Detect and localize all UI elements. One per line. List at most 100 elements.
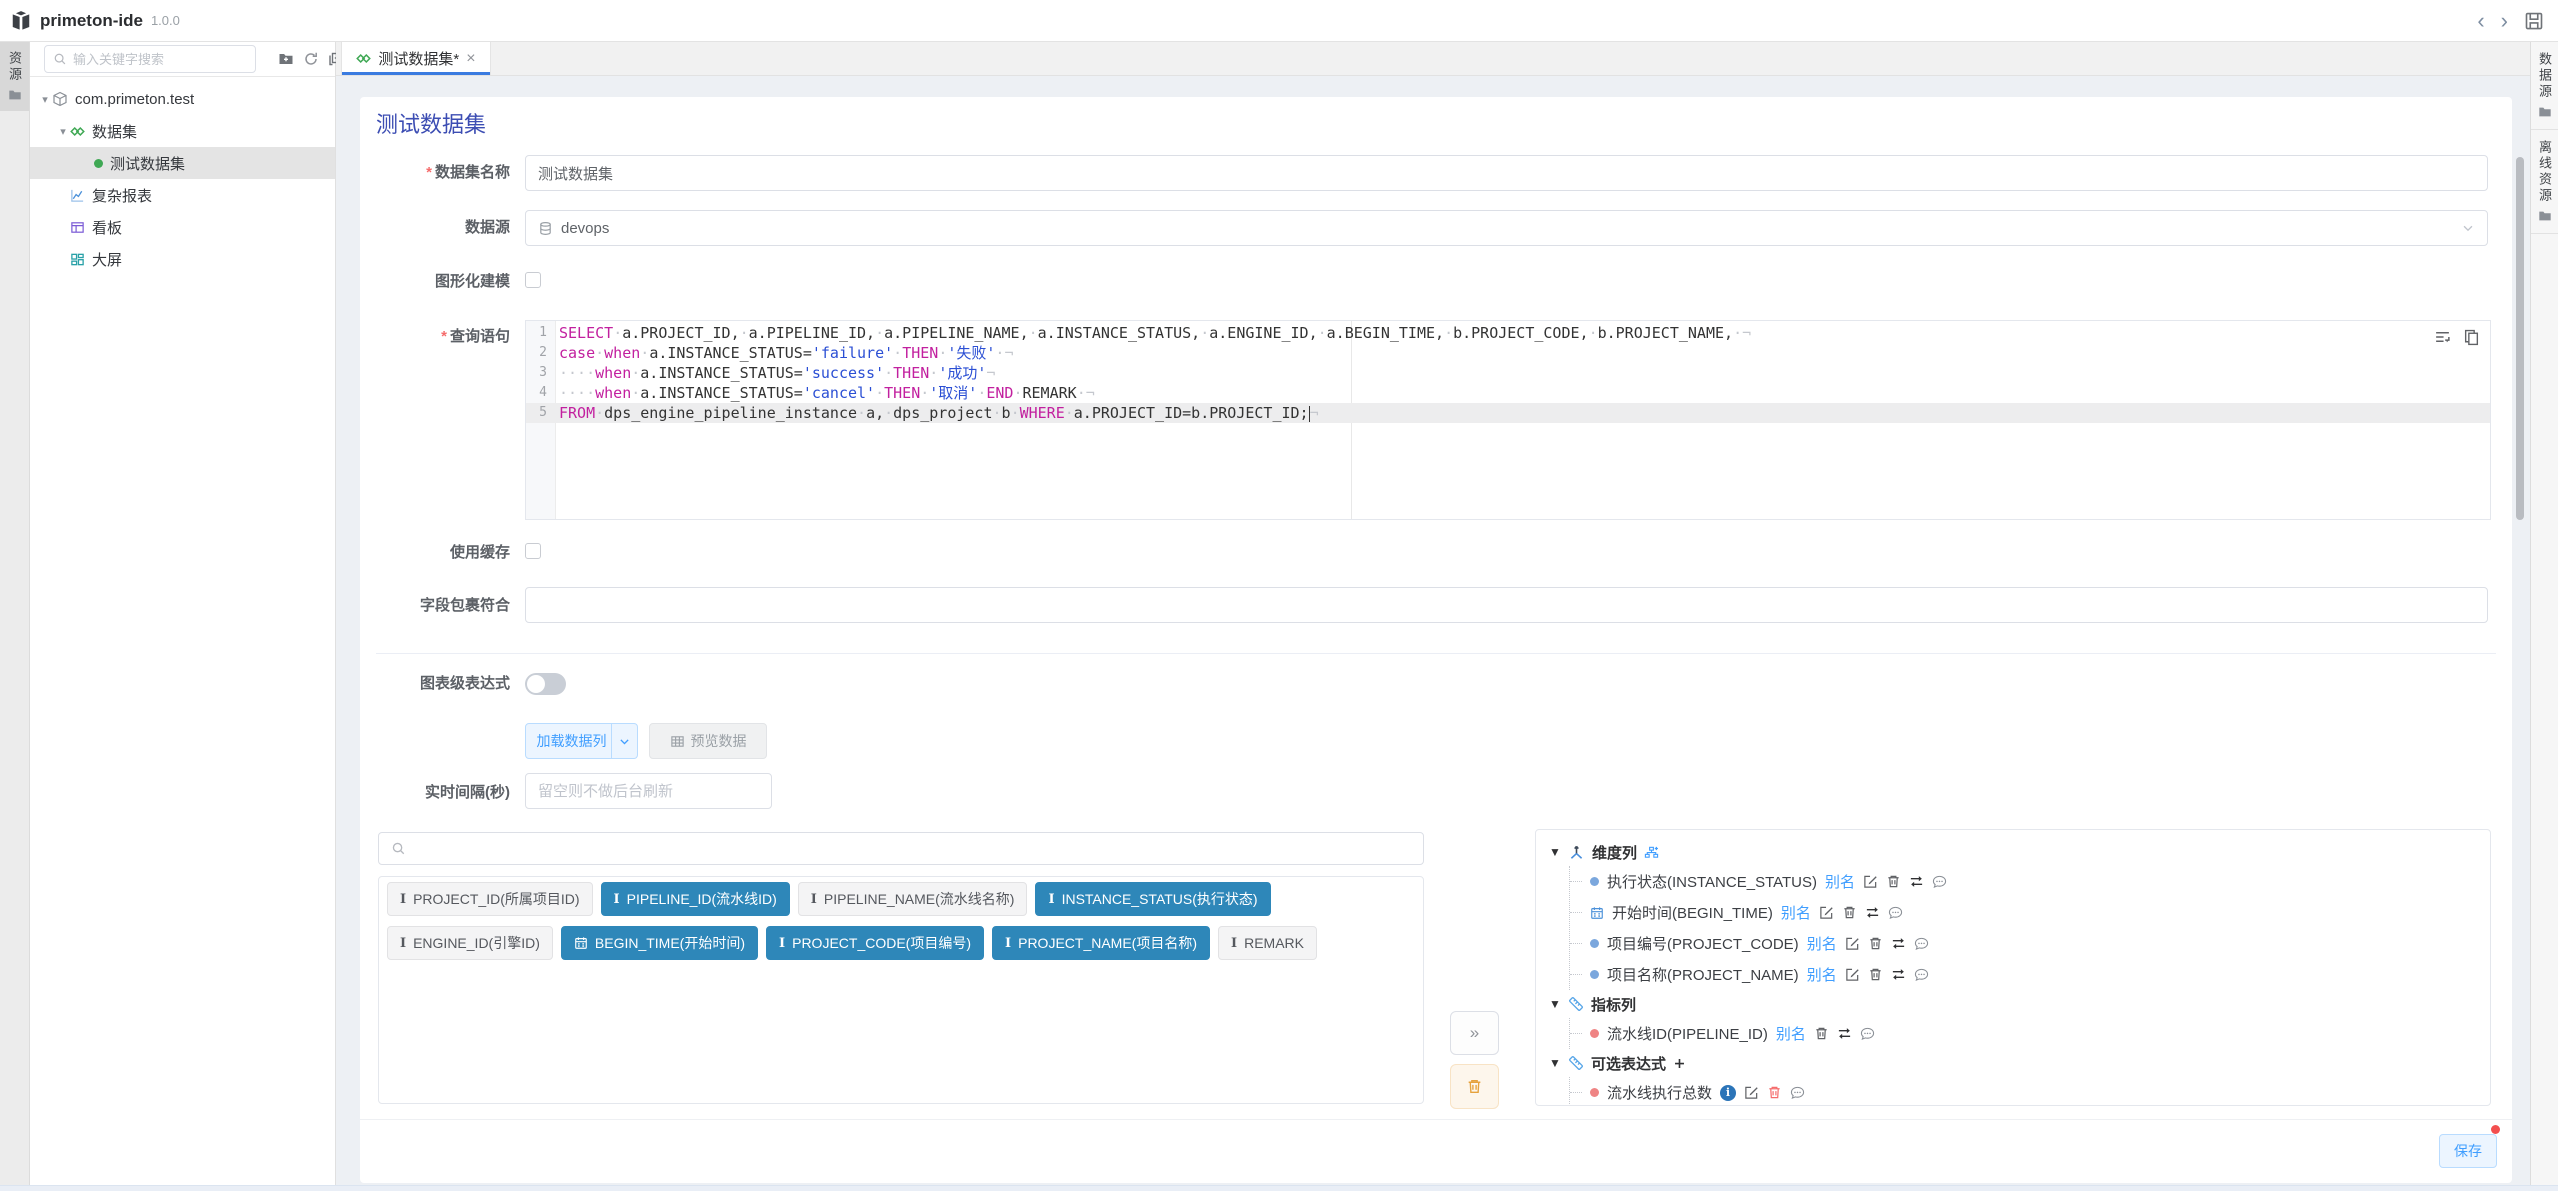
field-chip[interactable]: IPIPELINE_NAME(流水线名称) bbox=[798, 882, 1028, 916]
field-chip[interactable]: IINSTANCE_STATUS(执行状态) bbox=[1035, 882, 1270, 916]
delete-icon[interactable] bbox=[1886, 874, 1901, 889]
line-number: 2 bbox=[526, 343, 556, 363]
right-tab-1[interactable]: 离线资源 bbox=[2531, 130, 2558, 234]
modeling-checkbox[interactable] bbox=[525, 272, 541, 288]
collapse-caret-icon[interactable]: ▼ bbox=[1549, 1056, 1561, 1070]
comment-icon[interactable] bbox=[1932, 874, 1947, 889]
field-chip[interactable]: IPROJECT_CODE(项目编号) bbox=[766, 926, 984, 960]
source-select[interactable]: devops bbox=[525, 210, 2488, 246]
format-sql-icon[interactable] bbox=[2434, 329, 2451, 346]
source-label: 数据源 bbox=[360, 219, 510, 237]
tab-dataset[interactable]: 测试数据集* × bbox=[341, 42, 491, 75]
tree-caret-icon[interactable]: ▾ bbox=[38, 93, 52, 106]
field-chip[interactable]: BEGIN_TIME(开始时间) bbox=[561, 926, 758, 960]
alias-link[interactable]: 别名 bbox=[1825, 871, 1855, 892]
collapse-caret-icon[interactable]: ▼ bbox=[1549, 845, 1561, 859]
comment-icon[interactable] bbox=[1860, 1026, 1875, 1041]
copy-sql-icon[interactable] bbox=[2463, 329, 2480, 346]
left-tab-0[interactable]: 资源 bbox=[0, 42, 29, 111]
tree-item-1[interactable]: ▾数据集 bbox=[30, 115, 335, 147]
alias-link[interactable]: 别名 bbox=[1781, 902, 1811, 923]
delete-icon[interactable] bbox=[1868, 967, 1883, 982]
text-field-icon: I bbox=[1005, 936, 1011, 951]
main-scrollbar[interactable] bbox=[2516, 157, 2524, 520]
swap-icon[interactable] bbox=[1837, 1026, 1852, 1041]
sql-editor[interactable]: 1SELECT·a.PROJECT_ID,·a.PIPELINE_ID,·a.P… bbox=[525, 320, 2491, 520]
preview-data-button[interactable]: 预览数据 bbox=[649, 723, 767, 759]
refresh-icon[interactable] bbox=[303, 51, 319, 67]
comment-icon[interactable] bbox=[1790, 1085, 1805, 1100]
fields-search-input[interactable] bbox=[414, 841, 1411, 857]
right-tab-0[interactable]: 数据源 bbox=[2531, 42, 2558, 130]
info-icon[interactable]: i bbox=[1720, 1085, 1736, 1101]
delete-red-icon[interactable] bbox=[1767, 1085, 1782, 1100]
fields-search[interactable] bbox=[378, 832, 1424, 865]
tree-item-0[interactable]: ▾com.primeton.test bbox=[30, 83, 335, 115]
edit-icon[interactable] bbox=[1845, 967, 1860, 982]
edit-icon[interactable] bbox=[1863, 874, 1878, 889]
package-icon bbox=[52, 91, 68, 107]
line-number: 5 bbox=[526, 403, 556, 423]
field-chip[interactable]: IREMARK bbox=[1218, 926, 1317, 960]
field-chip[interactable]: IENGINE_ID(引擎ID) bbox=[387, 926, 553, 960]
collapse-caret-icon[interactable]: ▼ bbox=[1549, 997, 1561, 1011]
delete-icon[interactable] bbox=[1814, 1026, 1829, 1041]
app-version: 1.0.0 bbox=[151, 13, 180, 28]
tree-plus-icon[interactable] bbox=[1644, 845, 1659, 860]
tree-search[interactable] bbox=[44, 45, 256, 73]
clear-fields-button[interactable] bbox=[1450, 1064, 1499, 1109]
tree-item-5[interactable]: 大屏 bbox=[30, 243, 335, 275]
field-chip-label: INSTANCE_STATUS(执行状态) bbox=[1062, 889, 1258, 909]
comment-icon[interactable] bbox=[1914, 967, 1929, 982]
name-input[interactable] bbox=[525, 155, 2488, 191]
cache-checkbox[interactable] bbox=[525, 543, 541, 559]
edit-icon[interactable] bbox=[1744, 1085, 1759, 1100]
unsaved-badge bbox=[2491, 1125, 2500, 1134]
comment-icon[interactable] bbox=[1888, 905, 1903, 920]
field-chip[interactable]: IPIPELINE_ID(流水线ID) bbox=[601, 882, 790, 916]
text-field-icon: I bbox=[400, 892, 406, 907]
alias-link[interactable]: 别名 bbox=[1776, 1023, 1806, 1044]
tree-item-label: 测试数据集 bbox=[110, 153, 185, 174]
field-chip-label: PIPELINE_NAME(流水线名称) bbox=[824, 889, 1015, 909]
wrapper-input[interactable] bbox=[525, 587, 2488, 623]
alias-link[interactable]: 别名 bbox=[1807, 964, 1837, 985]
comment-icon[interactable] bbox=[1914, 936, 1929, 951]
info-icon[interactable]: i bbox=[1720, 1085, 1736, 1101]
code-line-4: 4····when·a.INSTANCE_STATUS='cancel'·THE… bbox=[526, 383, 2490, 403]
tree-search-input[interactable] bbox=[73, 52, 247, 67]
nav-back-icon[interactable]: ‹ bbox=[2477, 10, 2484, 32]
text-field-icon: I bbox=[614, 892, 620, 907]
load-columns-dropdown[interactable] bbox=[611, 724, 637, 758]
nav-forward-icon[interactable]: › bbox=[2501, 10, 2508, 32]
edit-icon[interactable] bbox=[1819, 905, 1834, 920]
swap-icon[interactable] bbox=[1865, 905, 1880, 920]
board-icon bbox=[70, 220, 85, 235]
field-chip[interactable]: IPROJECT_ID(所属项目ID) bbox=[387, 882, 593, 916]
search-icon bbox=[53, 52, 67, 66]
folder-icon bbox=[2538, 209, 2552, 223]
new-folder-icon[interactable] bbox=[278, 51, 294, 67]
move-fields-button[interactable]: » bbox=[1450, 1011, 1499, 1055]
tree-item-3[interactable]: 复杂报表 bbox=[30, 179, 335, 211]
tab-close-icon[interactable]: × bbox=[466, 50, 475, 68]
load-columns-button[interactable]: 加载数据列 bbox=[525, 723, 638, 759]
app-title: primeton-ide bbox=[40, 11, 143, 31]
panel-field-item: 项目名称(PROJECT_NAME)别名 bbox=[1570, 959, 2490, 990]
alias-link[interactable]: 别名 bbox=[1807, 933, 1837, 954]
swap-icon[interactable] bbox=[1891, 967, 1906, 982]
swap-icon[interactable] bbox=[1909, 874, 1924, 889]
swap-icon[interactable] bbox=[1891, 936, 1906, 951]
tree-item-4[interactable]: 看板 bbox=[30, 211, 335, 243]
edit-icon[interactable] bbox=[1845, 936, 1860, 951]
save-icon[interactable] bbox=[2524, 11, 2544, 31]
delete-icon[interactable] bbox=[1868, 936, 1883, 951]
tree-caret-icon[interactable]: ▾ bbox=[56, 125, 70, 138]
delete-icon[interactable] bbox=[1842, 905, 1857, 920]
plus-icon[interactable] bbox=[1673, 1057, 1686, 1070]
tree-item-2[interactable]: 测试数据集 bbox=[30, 147, 335, 179]
interval-input[interactable] bbox=[525, 773, 772, 809]
chart-expr-toggle[interactable] bbox=[525, 673, 566, 695]
field-chip[interactable]: IPROJECT_NAME(项目名称) bbox=[992, 926, 1210, 960]
save-button[interactable]: 保存 bbox=[2439, 1134, 2497, 1168]
